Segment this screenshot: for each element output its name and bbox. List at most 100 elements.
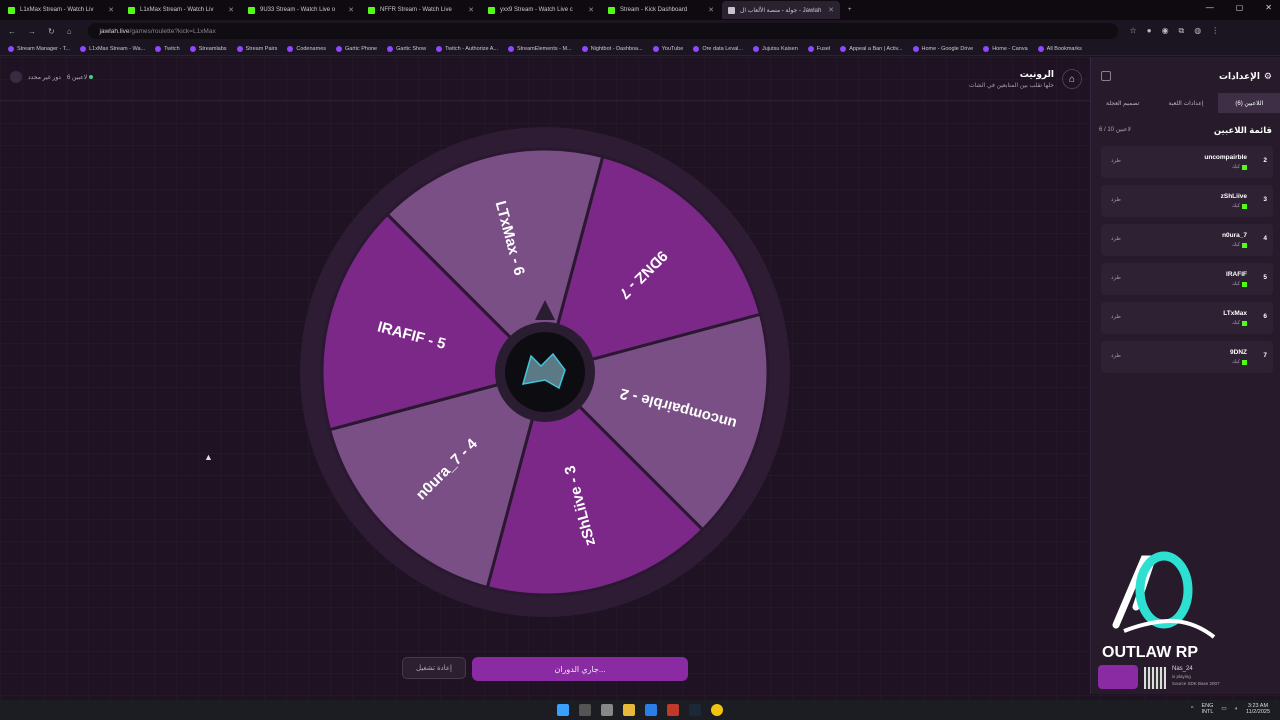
player-row: 2 uncompairble كيك طرد: [1101, 146, 1273, 178]
extension-icon[interactable]: ◉: [1162, 26, 1169, 36]
kick-player-button[interactable]: طرد: [1111, 197, 1121, 203]
store-icon[interactable]: [645, 704, 657, 716]
bookmark-icon: [983, 45, 990, 52]
bookmark-item[interactable]: Gartic Phone: [336, 45, 377, 52]
reset-button[interactable]: إعادة تشغيل: [402, 657, 466, 679]
bookmark-icon: [387, 45, 394, 52]
clock[interactable]: 3:23 AM 11/2/2025: [1246, 703, 1270, 715]
player-number: 2: [1263, 157, 1267, 164]
close-icon[interactable]: ✕: [828, 6, 834, 14]
kick-icon: [1242, 242, 1247, 248]
bookmark-item[interactable]: YouTube: [652, 45, 683, 52]
menu-icon[interactable]: ⋮: [1211, 26, 1219, 36]
players-list-title: قائمة اللاعبين: [1213, 125, 1272, 135]
bookmark-icon: [8, 45, 14, 52]
bookmark-item[interactable]: Fusel: [807, 45, 830, 52]
bookmark-item[interactable]: Nightbot - Dashboa...: [581, 45, 643, 52]
network-icon[interactable]: ▭: [1221, 706, 1226, 712]
bookmark-item[interactable]: StreamElements - M...: [507, 45, 572, 52]
bookmark-icon: [752, 45, 759, 52]
kick-player-button[interactable]: طرد: [1111, 236, 1121, 242]
bookmark-item[interactable]: Twitch: [155, 45, 180, 52]
extension-icon[interactable]: ●: [1147, 26, 1152, 36]
outlaw-rp-logo: OUTLAW RP: [1096, 545, 1226, 663]
close-icon[interactable]: ✕: [708, 6, 714, 14]
bookmark-item[interactable]: All Bookmarks: [1037, 45, 1082, 52]
close-icon[interactable]: ✕: [588, 6, 594, 14]
bookmark-item[interactable]: Jujutsu Kaisen: [752, 45, 798, 52]
tab-players[interactable]: اللاعبين (6): [1217, 93, 1280, 113]
chevron-up-icon[interactable]: ^: [1191, 706, 1194, 712]
spin-button[interactable]: جاري الدوران...: [472, 657, 688, 681]
reload-icon[interactable]: ↻: [48, 27, 55, 36]
bookmark-item[interactable]: Twitch - Authorize A...: [436, 45, 498, 52]
kick-player-button[interactable]: طرد: [1111, 158, 1121, 164]
home-button[interactable]: ⌂: [1062, 69, 1082, 89]
player-name: 9DNZ: [1230, 349, 1247, 356]
players-count: 6 لاعبين: [67, 74, 94, 81]
players-list: 2 uncompairble كيك طرد 3 zShLiive كيك طرد 4 n0ura…: [1101, 146, 1273, 380]
bookmark-item[interactable]: L1xMax Stream - Wa...: [80, 45, 145, 52]
puzzle-icon[interactable]: ⧉: [1179, 26, 1185, 36]
steam-icon[interactable]: [689, 704, 701, 716]
tab-wheel-design[interactable]: تصميم العجلة: [1091, 93, 1154, 113]
collapse-panel-icon[interactable]: [1101, 71, 1111, 81]
status-chip: دور غير محدد 6 لاعبين: [10, 71, 94, 83]
close-icon[interactable]: ✕: [348, 6, 354, 14]
wheel-svg: 9DNZ - 7uncompairble - 2zShLiive - 3n0ur…: [300, 127, 790, 617]
search-icon[interactable]: [579, 704, 591, 716]
url-input[interactable]: jawlah.live/games/roulette?kick=L1xMax: [87, 23, 1118, 39]
bookmark-icon: [581, 45, 588, 52]
minimize-icon[interactable]: —: [1206, 3, 1214, 12]
kick-player-button[interactable]: طرد: [1111, 275, 1121, 281]
player-row: 5 IRAFIF كيك طرد: [1101, 263, 1273, 295]
player-name: IRAFIF: [1226, 271, 1247, 278]
close-icon[interactable]: ✕: [468, 6, 474, 14]
language-indicator[interactable]: ENG INTL: [1201, 703, 1213, 715]
bookmark-icon: [507, 45, 514, 52]
kick-player-button[interactable]: طرد: [1111, 314, 1121, 320]
player-name: n0ura_7: [1222, 232, 1247, 239]
bookmark-item[interactable]: Appeal a Ban | Activ...: [840, 45, 903, 52]
players-list-count: 6 / 10 لاعبين: [1099, 127, 1131, 133]
kick-icon: [1242, 203, 1247, 209]
browser-tab-strip: L1xMax Stream - Watch Liv ✕ L1xMax Stream…: [0, 0, 1280, 20]
chrome-icon[interactable]: [711, 704, 723, 716]
player-number: 6: [1263, 313, 1267, 320]
bookmark-item[interactable]: Ore data Leval...: [693, 45, 743, 52]
tab-game-settings[interactable]: إعدادات اللعبة: [1154, 93, 1217, 113]
browser-tab[interactable]: NFFR Stream - Watch Live ✕: [362, 1, 480, 19]
browser-tab[interactable]: L1xMax Stream - Watch Liv ✕: [2, 1, 120, 19]
close-icon[interactable]: ✕: [108, 6, 114, 14]
file-explorer-icon[interactable]: [623, 704, 635, 716]
roulette-wheel[interactable]: 9DNZ - 7 uncompairble - 2 zShLiive - 3 n0ur…: [300, 127, 790, 617]
bookmark-item[interactable]: Codenames: [287, 45, 326, 52]
bookmark-item[interactable]: Home - Google Drive: [912, 45, 973, 52]
star-icon[interactable]: ☆: [1130, 26, 1137, 36]
bookmark-item[interactable]: Stream Manager - T...: [8, 45, 70, 52]
obs-icon[interactable]: [667, 704, 679, 716]
browser-tab[interactable]: L1xMax Stream - Watch Liv ✕: [122, 1, 240, 19]
profile-icon[interactable]: ◍: [1194, 26, 1201, 36]
close-window-icon[interactable]: ✕: [1265, 3, 1272, 12]
bookmark-item[interactable]: Gartic Show: [387, 45, 426, 52]
back-icon[interactable]: ←: [8, 27, 16, 36]
new-tab-button[interactable]: +: [842, 1, 858, 19]
volume-icon[interactable]: ◗: [1235, 706, 1238, 712]
browser-tab[interactable]: 9U33 Stream - Watch Live o ✕: [242, 1, 360, 19]
browser-tab[interactable]: yxx9 Stream - Watch Live c ✕: [482, 1, 600, 19]
home-icon[interactable]: ⌂: [67, 27, 72, 36]
bookmark-item[interactable]: Stream Pairs: [236, 45, 277, 52]
close-icon[interactable]: ✕: [228, 6, 234, 14]
maximize-icon[interactable]: ▢: [1236, 3, 1244, 12]
task-view-icon[interactable]: [601, 704, 613, 716]
kick-player-button[interactable]: طرد: [1111, 353, 1121, 359]
bookmark-item[interactable]: Home - Canva: [983, 45, 1028, 52]
browser-tab-active[interactable]: جولة - منصة الألعاب ال - Jawlah ✕: [722, 1, 840, 19]
bookmark-icon: [840, 45, 847, 52]
bookmark-item[interactable]: Streamlabs: [189, 45, 227, 52]
browser-tab[interactable]: Stream - Kick Dashboard ✕: [602, 1, 720, 19]
kick-icon: [8, 6, 15, 14]
start-icon[interactable]: [557, 704, 569, 716]
forward-icon[interactable]: →: [28, 27, 36, 36]
